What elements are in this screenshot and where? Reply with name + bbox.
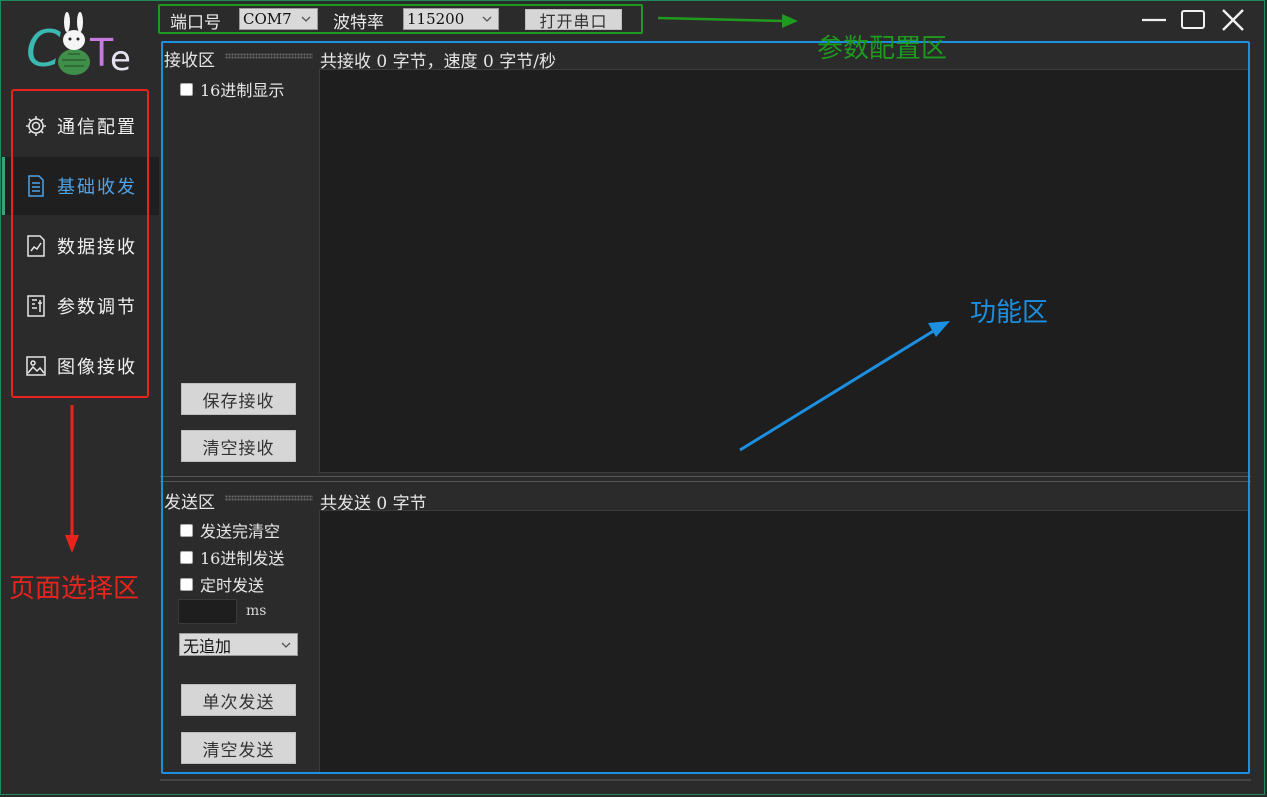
config-area-annotation: 参数配置区 xyxy=(817,34,948,64)
page-select-annotation: 页面选择区 xyxy=(9,574,140,604)
blue-arrowhead xyxy=(928,321,950,337)
annotation-arrows xyxy=(65,14,950,553)
green-arrow xyxy=(657,16,786,23)
function-area-annotation: 功能区 xyxy=(970,298,1049,328)
red-arrowhead xyxy=(65,535,79,553)
blue-arrow xyxy=(739,328,936,452)
green-arrowhead xyxy=(782,14,798,28)
